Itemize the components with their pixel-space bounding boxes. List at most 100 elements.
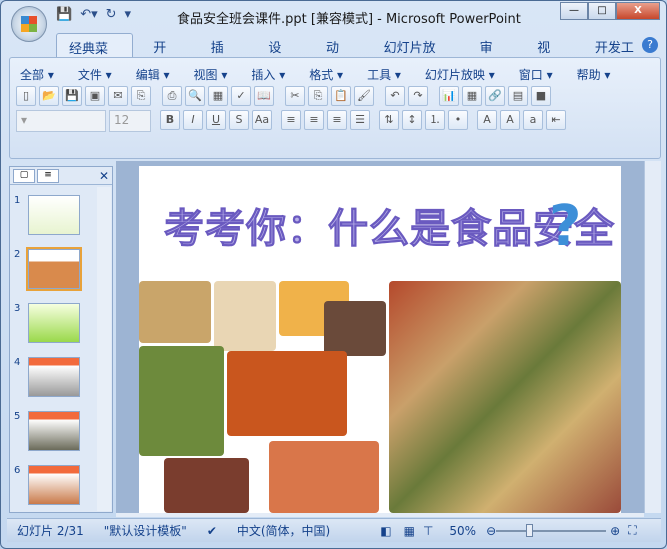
- spell-check-icon[interactable]: ✔: [197, 524, 227, 538]
- slide-number: 4: [14, 357, 21, 368]
- redo-icon[interactable]: ↻: [106, 7, 117, 22]
- office-logo-icon: [21, 16, 37, 32]
- help-icon[interactable]: ?: [642, 37, 658, 53]
- food-photo: [324, 301, 386, 356]
- align-right-icon[interactable]: ≡: [327, 110, 347, 130]
- grow-font-icon[interactable]: A: [500, 110, 520, 130]
- table-icon[interactable]: ▦: [462, 86, 482, 106]
- menu-format[interactable]: 格式 ▾: [309, 66, 343, 83]
- decrease-indent-icon[interactable]: ⇤: [546, 110, 566, 130]
- slide-thumbnail[interactable]: 1: [14, 195, 81, 235]
- permission-icon[interactable]: ▣: [85, 86, 105, 106]
- save-icon[interactable]: 💾: [62, 86, 82, 106]
- grid-icon[interactable]: ▦: [208, 86, 228, 106]
- slide-canvas[interactable]: 考考你：什么是食品安全 ?: [139, 166, 621, 513]
- slides-panel: ▢ ≡ ✕ 1 2 3 4 5 6: [9, 166, 113, 513]
- shadow-button[interactable]: S: [229, 110, 249, 130]
- justify-icon[interactable]: ☰: [350, 110, 370, 130]
- underline-button[interactable]: U: [206, 110, 226, 130]
- text-direction-icon[interactable]: ⇅: [379, 110, 399, 130]
- slide-thumbnail[interactable]: 4: [14, 357, 81, 397]
- minimize-button[interactable]: —: [560, 2, 588, 20]
- slide-title[interactable]: 考考你：什么是食品安全: [164, 196, 615, 254]
- slideshow-icon[interactable]: ⊤: [417, 524, 439, 538]
- zoom-out-icon[interactable]: ⊖: [486, 524, 496, 538]
- undo-icon[interactable]: ↶▾: [80, 7, 97, 22]
- email-icon[interactable]: ✉: [108, 86, 128, 106]
- close-button[interactable]: X: [616, 2, 660, 20]
- copy-icon[interactable]: ⎘: [308, 86, 328, 106]
- menu-help[interactable]: 帮助 ▾: [577, 66, 611, 83]
- zoom-in-icon[interactable]: ⊕: [606, 524, 624, 538]
- print-preview-icon[interactable]: 🔍: [185, 86, 205, 106]
- chart-icon[interactable]: 📊: [439, 86, 459, 106]
- food-photo: [164, 458, 249, 513]
- menu-all[interactable]: 全部 ▾: [20, 66, 54, 83]
- tab-outline[interactable]: ≡: [37, 168, 59, 183]
- powerpoint-window: 💾 ↶▾ ↻ ▾ 食品安全班会课件.ppt [兼容模式] - Microsoft…: [0, 0, 667, 549]
- redo-icon[interactable]: ↷: [408, 86, 428, 106]
- maximize-button[interactable]: □: [588, 2, 616, 20]
- open-icon[interactable]: 📂: [39, 86, 59, 106]
- new-icon[interactable]: ▯: [16, 86, 36, 106]
- ribbon: 全部 ▾ 文件 ▾ 编辑 ▾ 视图 ▾ 插入 ▾ 格式 ▾ 工具 ▾ 幻灯片放映…: [9, 57, 661, 159]
- zoom-level[interactable]: 50%: [439, 524, 486, 538]
- menu-slideshow[interactable]: 幻灯片放映 ▾: [425, 66, 495, 83]
- menu-edit[interactable]: 编辑 ▾: [136, 66, 170, 83]
- menu-tools[interactable]: 工具 ▾: [367, 66, 401, 83]
- menu-window[interactable]: 窗口 ▾: [519, 66, 553, 83]
- align-left-icon[interactable]: ≡: [281, 110, 301, 130]
- undo-icon[interactable]: ↶: [385, 86, 405, 106]
- title-bar: 💾 ↶▾ ↻ ▾ 食品安全班会课件.ppt [兼容模式] - Microsoft…: [1, 1, 666, 42]
- bullets-icon[interactable]: •: [448, 110, 468, 130]
- fit-to-window-icon[interactable]: ⛶: [624, 523, 640, 538]
- bold-button[interactable]: B: [160, 110, 180, 130]
- office-button[interactable]: [11, 6, 47, 42]
- slide-thumbnail-selected[interactable]: 2: [14, 247, 83, 291]
- zoom-slider[interactable]: [496, 523, 607, 537]
- research-icon[interactable]: 📖: [254, 86, 274, 106]
- attach-icon[interactable]: ⎘: [131, 86, 151, 106]
- align-center-icon[interactable]: ≡: [304, 110, 324, 130]
- close-panel-button[interactable]: ✕: [99, 169, 109, 183]
- shrink-font-icon[interactable]: a: [523, 110, 543, 130]
- line-spacing-icon[interactable]: ↕: [402, 110, 422, 130]
- cut-icon[interactable]: ✂: [285, 86, 305, 106]
- numbering-icon[interactable]: ⒈: [425, 110, 445, 130]
- hyperlink-icon[interactable]: 🔗: [485, 86, 505, 106]
- slide-thumbnail[interactable]: 3: [14, 303, 81, 343]
- tab-slides[interactable]: ▢: [13, 168, 35, 183]
- slide-thumbnail[interactable]: 5: [14, 411, 81, 451]
- format-painter-icon[interactable]: 🖌: [354, 86, 374, 106]
- horizontal-scrollbar[interactable]: [116, 513, 644, 517]
- change-case-button[interactable]: Aa: [252, 110, 272, 130]
- color-icon[interactable]: ▤: [508, 86, 528, 106]
- slide-editing-area: 考考你：什么是食品安全 ?: [116, 161, 644, 513]
- font-color-icon[interactable]: A: [477, 110, 497, 130]
- slide-number: 2: [14, 249, 21, 260]
- template-name[interactable]: "默认设计模板": [94, 522, 197, 539]
- thumbnail-scrollbar[interactable]: [97, 187, 111, 511]
- menu-insert[interactable]: 插入 ▾: [251, 66, 285, 83]
- font-name-combo[interactable]: ▾: [16, 110, 106, 132]
- print-icon[interactable]: ⎙: [162, 86, 182, 106]
- italic-button[interactable]: I: [183, 110, 203, 130]
- slide-number: 1: [14, 195, 21, 206]
- food-collage-photo: [389, 281, 621, 513]
- font-size-combo[interactable]: 12: [109, 110, 151, 132]
- menu-file[interactable]: 文件 ▾: [78, 66, 112, 83]
- slide-sorter-icon[interactable]: ▦: [402, 524, 417, 538]
- spelling-icon[interactable]: ✓: [231, 86, 251, 106]
- vertical-scrollbar[interactable]: [644, 161, 661, 513]
- slide-thumbnail[interactable]: 6: [14, 465, 81, 505]
- language[interactable]: 中文(简体，中国): [227, 522, 340, 539]
- customize-qat-icon[interactable]: ▾: [125, 7, 132, 22]
- paste-icon[interactable]: 📋: [331, 86, 351, 106]
- classic-menu-bar: 全部 ▾ 文件 ▾ 编辑 ▾ 视图 ▾ 插入 ▾ 格式 ▾ 工具 ▾ 幻灯片放映…: [20, 66, 634, 83]
- grayscale-icon[interactable]: ■: [531, 86, 551, 106]
- food-photo: [139, 281, 211, 343]
- status-bar: 幻灯片 2/31 "默认设计模板" ✔ 中文(简体，中国) ◧ ▦ ⊤ 50% …: [7, 518, 661, 542]
- save-icon[interactable]: 💾: [56, 7, 72, 22]
- menu-view[interactable]: 视图 ▾: [194, 66, 228, 83]
- normal-view-icon[interactable]: ◧: [370, 524, 401, 538]
